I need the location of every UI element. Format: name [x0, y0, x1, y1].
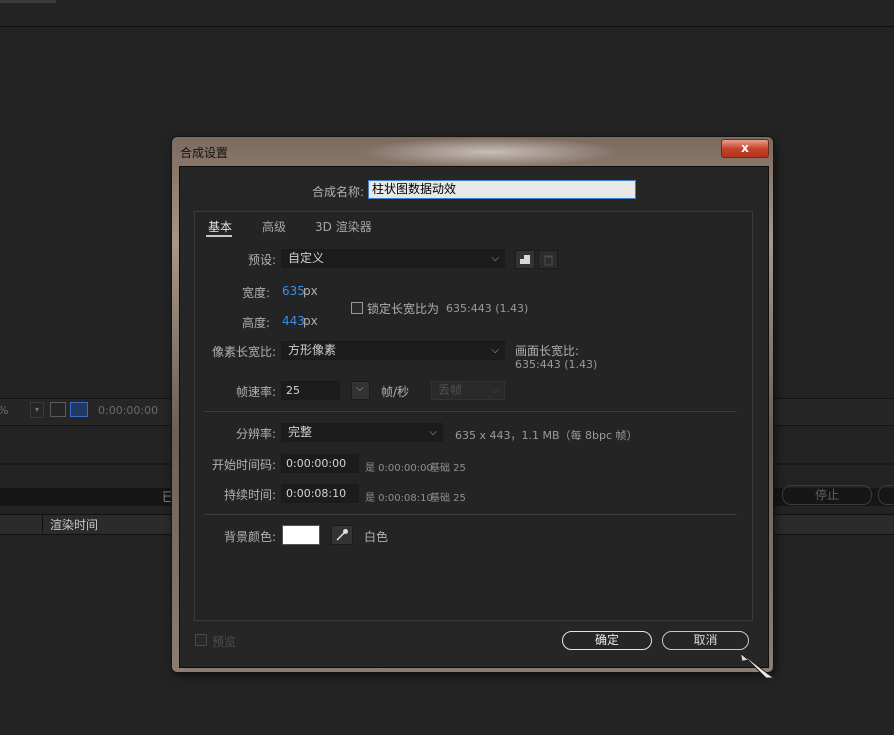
dialog-title: 合成设置 [180, 146, 229, 160]
preset-select[interactable]: 自定义 ⌵ [281, 249, 505, 268]
frame-rate-dropdown[interactable]: ⌵ [351, 381, 370, 400]
background-divider [0, 26, 894, 27]
duration-base: 基础 25 [430, 493, 466, 504]
eyedropper-icon [336, 529, 348, 541]
height-unit: px [303, 314, 318, 328]
width-label: 宽度: [241, 286, 270, 300]
background-top-tab [0, 0, 56, 3]
duration-input[interactable]: 0:00:08:10 [281, 484, 359, 503]
titlebar-glow [360, 137, 620, 167]
pixel-aspect-value: 方形像素 [288, 343, 337, 357]
stop-button[interactable]: 停止 [782, 485, 872, 505]
queue-button[interactable] [878, 485, 894, 505]
start-timecode-input[interactable]: 0:00:00:00 [281, 454, 359, 473]
width-unit: px [303, 284, 318, 298]
settings-panel [194, 211, 753, 621]
preview-checkbox[interactable] [195, 634, 207, 646]
pixel-aspect-select[interactable]: 方形像素 ⌵ [281, 341, 505, 360]
background-color-swatch[interactable] [282, 525, 320, 545]
duration-is: 是 0:00:08:10 [365, 493, 433, 504]
chevron-down-icon: ⌵ [491, 253, 499, 264]
start-timecode-base: 基础 25 [430, 463, 466, 474]
region-icon[interactable] [50, 402, 66, 417]
lock-aspect-checkbox[interactable] [351, 302, 363, 314]
frame-aspect-label: 画面长宽比: [515, 344, 580, 358]
column-divider [42, 514, 43, 533]
cursor-icon [739, 651, 776, 679]
tab-3d-renderer[interactable]: 3D 渲染器 [315, 218, 372, 235]
column-render-time[interactable]: 渲染时间 [50, 516, 98, 533]
background-color-name: 白色 [364, 530, 389, 544]
composition-name-input[interactable] [368, 180, 636, 199]
resolution-label: 分辨率: [235, 427, 276, 441]
chevron-down-icon: ⌵ [429, 427, 437, 438]
tab-basic[interactable]: 基本 [208, 218, 232, 235]
preset-value: 自定义 [288, 251, 325, 265]
composition-name-label: 合成名称: [311, 185, 364, 199]
cancel-button[interactable]: 取消 [662, 631, 749, 650]
lock-aspect-ratio: 635:443 (1.43) [446, 302, 529, 315]
frame-rate-unit: 帧/秒 [381, 385, 410, 399]
trash-icon [544, 255, 553, 266]
eyedropper-button[interactable] [331, 525, 353, 545]
drop-frame-value: 丢帧 [438, 383, 463, 397]
pixel-aspect-label: 像素长宽比: [211, 345, 276, 359]
current-time[interactable]: 0:00:00:00 [98, 404, 158, 417]
preview-label[interactable]: 预览 [212, 633, 236, 650]
background-color-label: 背景颜色: [223, 530, 276, 544]
section-divider [204, 514, 737, 515]
delete-preset-button[interactable] [538, 250, 558, 269]
chevron-down-icon: ⌵ [491, 385, 499, 396]
drop-frame-select[interactable]: 丢帧 ⌵ [431, 381, 505, 400]
tab-advanced[interactable]: 高级 [262, 218, 286, 235]
close-button[interactable]: x [721, 139, 769, 158]
duration-label: 持续时间: [223, 488, 276, 502]
frame-aspect-value: 635:443 (1.43) [515, 358, 598, 371]
zoom-percent[interactable]: % [0, 404, 8, 417]
frame-rate-label: 帧速率: [235, 385, 276, 399]
start-timecode-is: 是 0:00:00:00 [365, 463, 433, 474]
save-preset-icon [520, 255, 530, 264]
width-value[interactable]: 635 [282, 284, 305, 298]
transparency-grid-icon[interactable] [70, 402, 88, 417]
lock-aspect-label[interactable]: 锁定长宽比为 [367, 300, 439, 317]
start-timecode-label: 开始时间码: [211, 458, 276, 472]
section-divider [204, 411, 737, 412]
chevron-down-icon: ⌵ [491, 345, 499, 356]
active-tab-indicator [206, 235, 232, 237]
ok-button[interactable]: 确定 [562, 631, 652, 650]
height-value[interactable]: 443 [282, 314, 305, 328]
save-preset-button[interactable] [515, 250, 535, 269]
frame-rate-input[interactable]: 25 [281, 381, 340, 400]
chevron-down-icon: ⌵ [356, 383, 364, 394]
height-label: 高度: [241, 316, 270, 330]
resolution-value: 完整 [288, 425, 313, 439]
resolution-select[interactable]: 完整 ⌵ [281, 423, 443, 442]
zoom-dropdown-icon[interactable]: ▾ [30, 402, 44, 418]
resolution-info: 635 x 443，1.1 MB（每 8bpc 帧） [455, 429, 638, 442]
preset-label: 预设: [247, 253, 276, 267]
